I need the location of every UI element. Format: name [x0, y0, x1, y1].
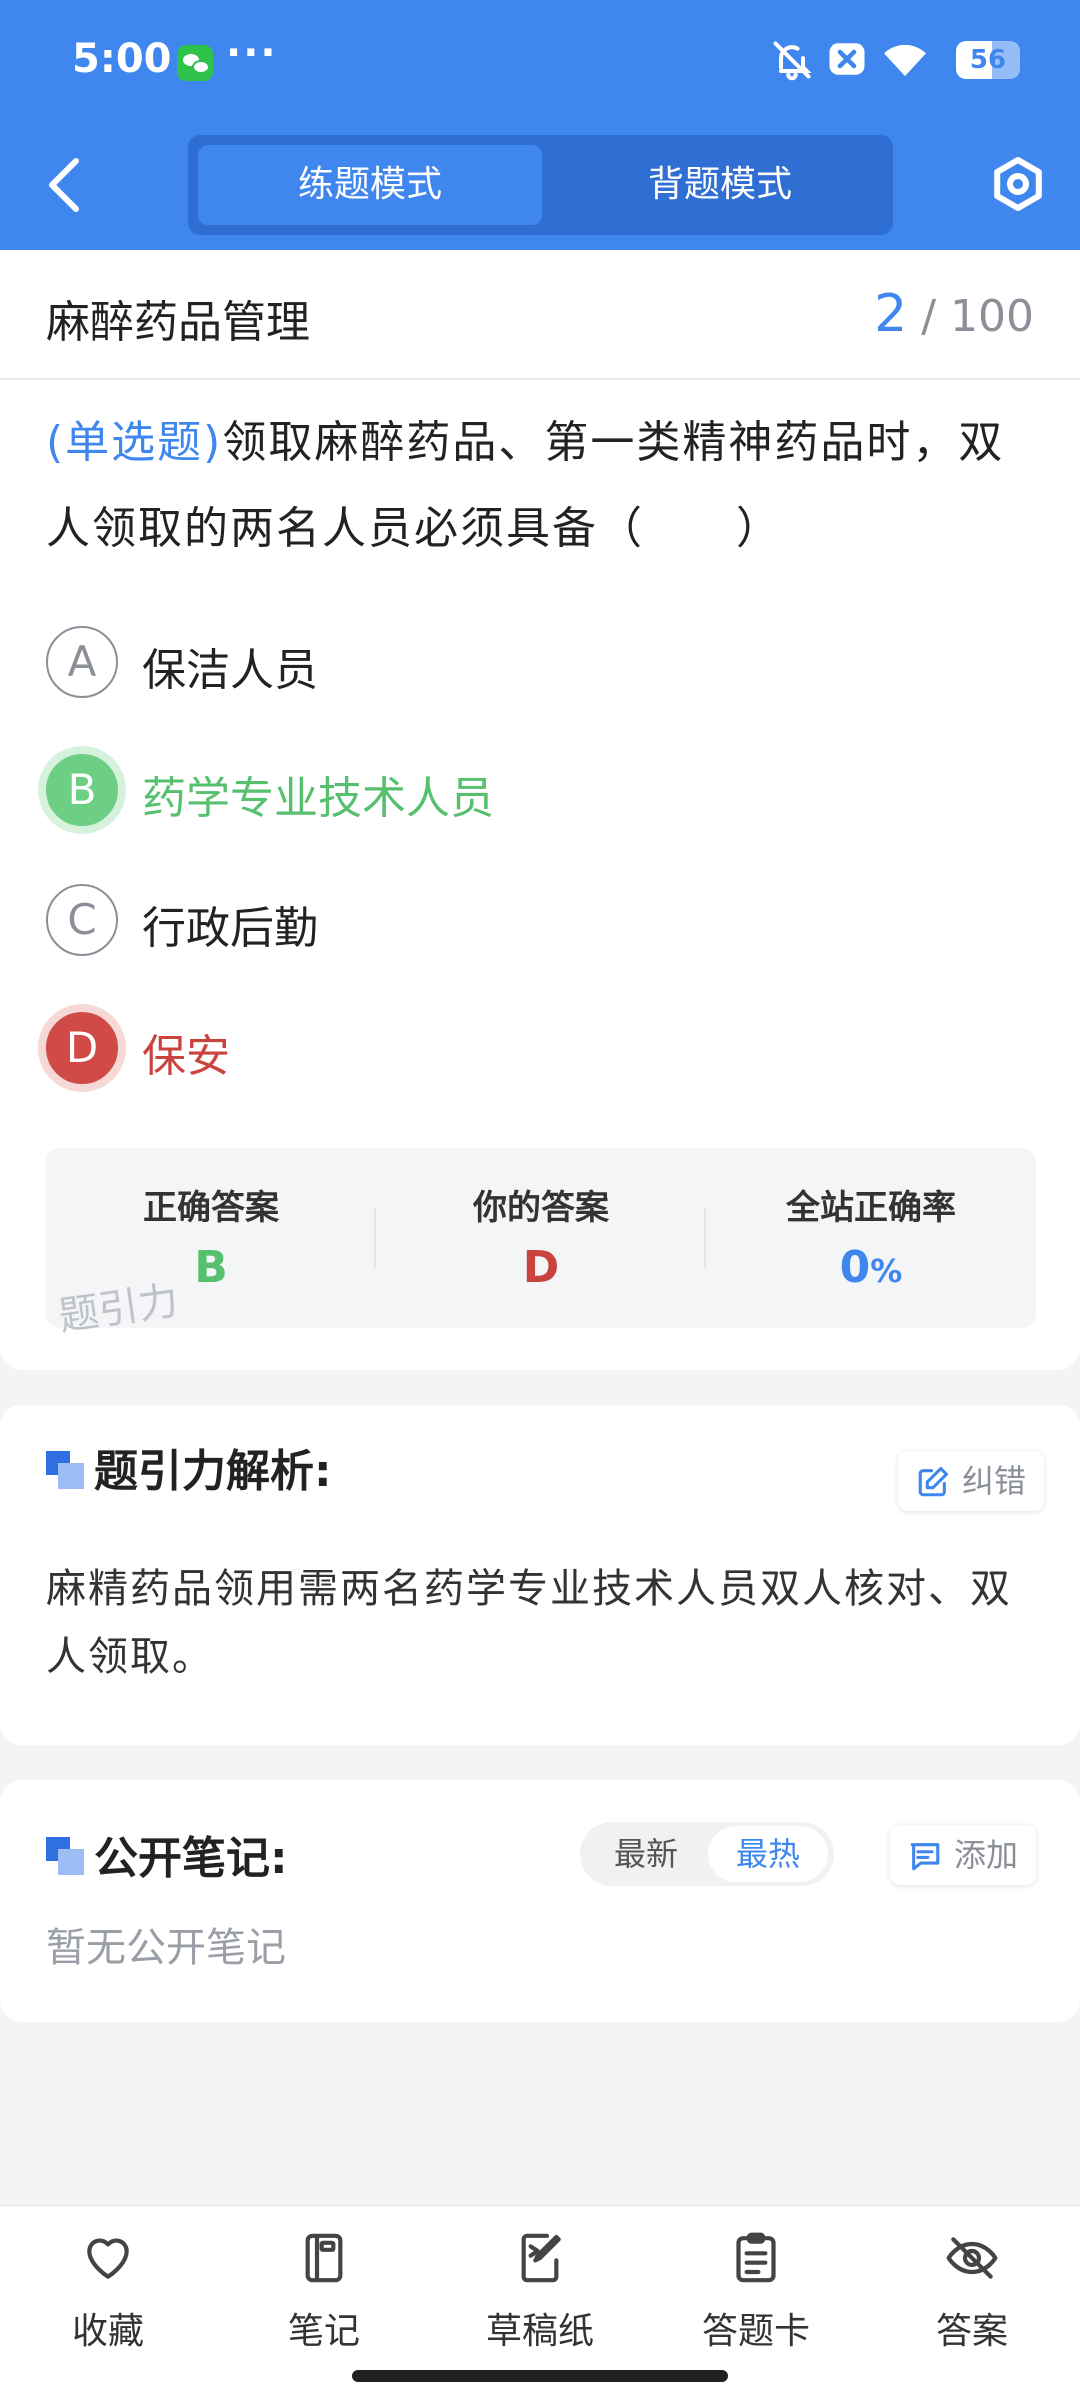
- wifi-icon: [884, 44, 926, 77]
- notes-sort-toggle: 最新 最热: [580, 1822, 834, 1886]
- nav-label: 草稿纸: [485, 2311, 594, 2352]
- nav-draft-paper[interactable]: 草稿纸: [450, 2230, 630, 2370]
- more-notifications-icon: ···: [226, 30, 278, 76]
- nav-label: 答案: [935, 2311, 1008, 2352]
- option-text: 行政后勤: [142, 903, 318, 954]
- nav-notes[interactable]: 笔记: [234, 2230, 414, 2370]
- comment-icon: [910, 1843, 940, 1871]
- sort-latest[interactable]: 最新: [586, 1826, 706, 1882]
- section-icon: [46, 1451, 84, 1489]
- battery-level: 56: [969, 45, 1007, 75]
- question-progress: 2 / 100: [874, 284, 1034, 344]
- edit-icon: [918, 1466, 949, 1497]
- your-answer: 你的答案 D: [376, 1148, 706, 1328]
- back-icon[interactable]: [40, 155, 90, 215]
- nav-label: 收藏: [71, 2311, 144, 2352]
- draft-paper-icon: [521, 2233, 561, 2283]
- total-questions: 100: [950, 291, 1034, 342]
- top-bar: 5:00 ··· 56 练题模式 背题模式: [0, 0, 1080, 250]
- answer-sheet-icon: [736, 2232, 776, 2283]
- notes-card: 公开笔记: 最新 最热 添加 暂无公开笔记: [0, 1780, 1080, 2022]
- option-text: 保洁人员: [142, 645, 318, 696]
- eye-off-icon: [946, 2237, 998, 2279]
- nav-label: 笔记: [287, 2311, 360, 2352]
- accuracy-number: 0: [839, 1242, 871, 1293]
- battery-icon: 56: [956, 41, 1020, 79]
- option-b[interactable]: B 药学专业技术人员: [46, 750, 1026, 830]
- close-badge-icon: [829, 43, 865, 75]
- answer-summary: 正确答案 B 你的答案 D 全站正确率 0% 题引力: [46, 1148, 1036, 1340]
- option-a[interactable]: A 保洁人员: [46, 622, 1026, 702]
- empty-notes-text: 暂无公开笔记: [46, 1925, 286, 1971]
- tab-practice-mode[interactable]: 练题模式: [198, 145, 542, 225]
- option-c[interactable]: C 行政后勤: [46, 880, 1026, 960]
- chapter-title: 麻醉药品管理: [46, 297, 310, 348]
- report-error-label: 纠错: [962, 1462, 1027, 1500]
- settings-icon[interactable]: [990, 156, 1046, 212]
- site-accuracy-value: 0%: [706, 1242, 1036, 1293]
- status-bar: 5:00 ··· 56: [0, 0, 1080, 120]
- option-letter: D: [46, 1012, 118, 1084]
- tab-memorize-mode[interactable]: 背题模式: [548, 145, 892, 225]
- sort-hot[interactable]: 最热: [708, 1826, 828, 1882]
- option-text: 保安: [142, 1031, 230, 1082]
- wechat-icon: [177, 45, 213, 81]
- notebook-icon: [305, 2233, 343, 2283]
- accuracy-unit: %: [870, 1252, 903, 1290]
- option-letter: A: [46, 626, 118, 698]
- nav-answer[interactable]: 答案: [882, 2230, 1062, 2370]
- report-error-button[interactable]: 纠错: [898, 1451, 1045, 1511]
- correct-answer-label: 正确答案: [143, 1188, 279, 1228]
- heart-icon: [87, 2238, 129, 2279]
- nav-label: 答题卡: [701, 2311, 810, 2352]
- question-card: 麻醉药品管理 2 / 100 (单选题)领取麻醉药品、第一类精神药品时，双人领取…: [0, 250, 1080, 1370]
- site-accuracy-label: 全站正确率: [786, 1188, 956, 1228]
- status-time: 5:00: [72, 36, 172, 82]
- option-text: 药学专业技术人员: [142, 773, 494, 824]
- site-accuracy: 全站正确率 0%: [706, 1148, 1036, 1328]
- analysis-card: 题引力解析: 纠错 麻精药品领用需两名药学专业技术人员双人核对、双人领取。: [0, 1405, 1080, 1745]
- notes-title: 公开笔记:: [94, 1833, 288, 1884]
- status-icons: 56: [770, 38, 1020, 88]
- option-d[interactable]: D 保安: [46, 1008, 1026, 1088]
- analysis-title: 题引力解析:: [94, 1446, 332, 1497]
- bell-off-icon: [773, 41, 812, 81]
- question-text: (单选题)领取麻醉药品、第一类精神药品时，双人领取的两名人员必须具备（ ）: [46, 400, 1036, 572]
- divider: [0, 378, 1080, 380]
- nav-favorite[interactable]: 收藏: [18, 2230, 198, 2370]
- option-letter: B: [46, 754, 118, 826]
- section-icon: [46, 1837, 84, 1875]
- mode-toggle: 练题模式 背题模式: [188, 135, 893, 235]
- question-type-label: (单选题): [46, 417, 223, 468]
- current-question-number: 2: [874, 284, 908, 344]
- add-note-label: 添加: [954, 1836, 1019, 1874]
- home-indicator[interactable]: [352, 2370, 728, 2382]
- add-note-button[interactable]: 添加: [890, 1825, 1037, 1885]
- analysis-text: 麻精药品领用需两名药学专业技术人员双人核对、双人领取。: [46, 1566, 1012, 1680]
- progress-separator: /: [921, 291, 937, 342]
- option-letter: C: [46, 884, 118, 956]
- your-answer-value: D: [522, 1242, 560, 1293]
- nav-answer-sheet[interactable]: 答题卡: [666, 2230, 846, 2370]
- your-answer-label: 你的答案: [473, 1188, 609, 1228]
